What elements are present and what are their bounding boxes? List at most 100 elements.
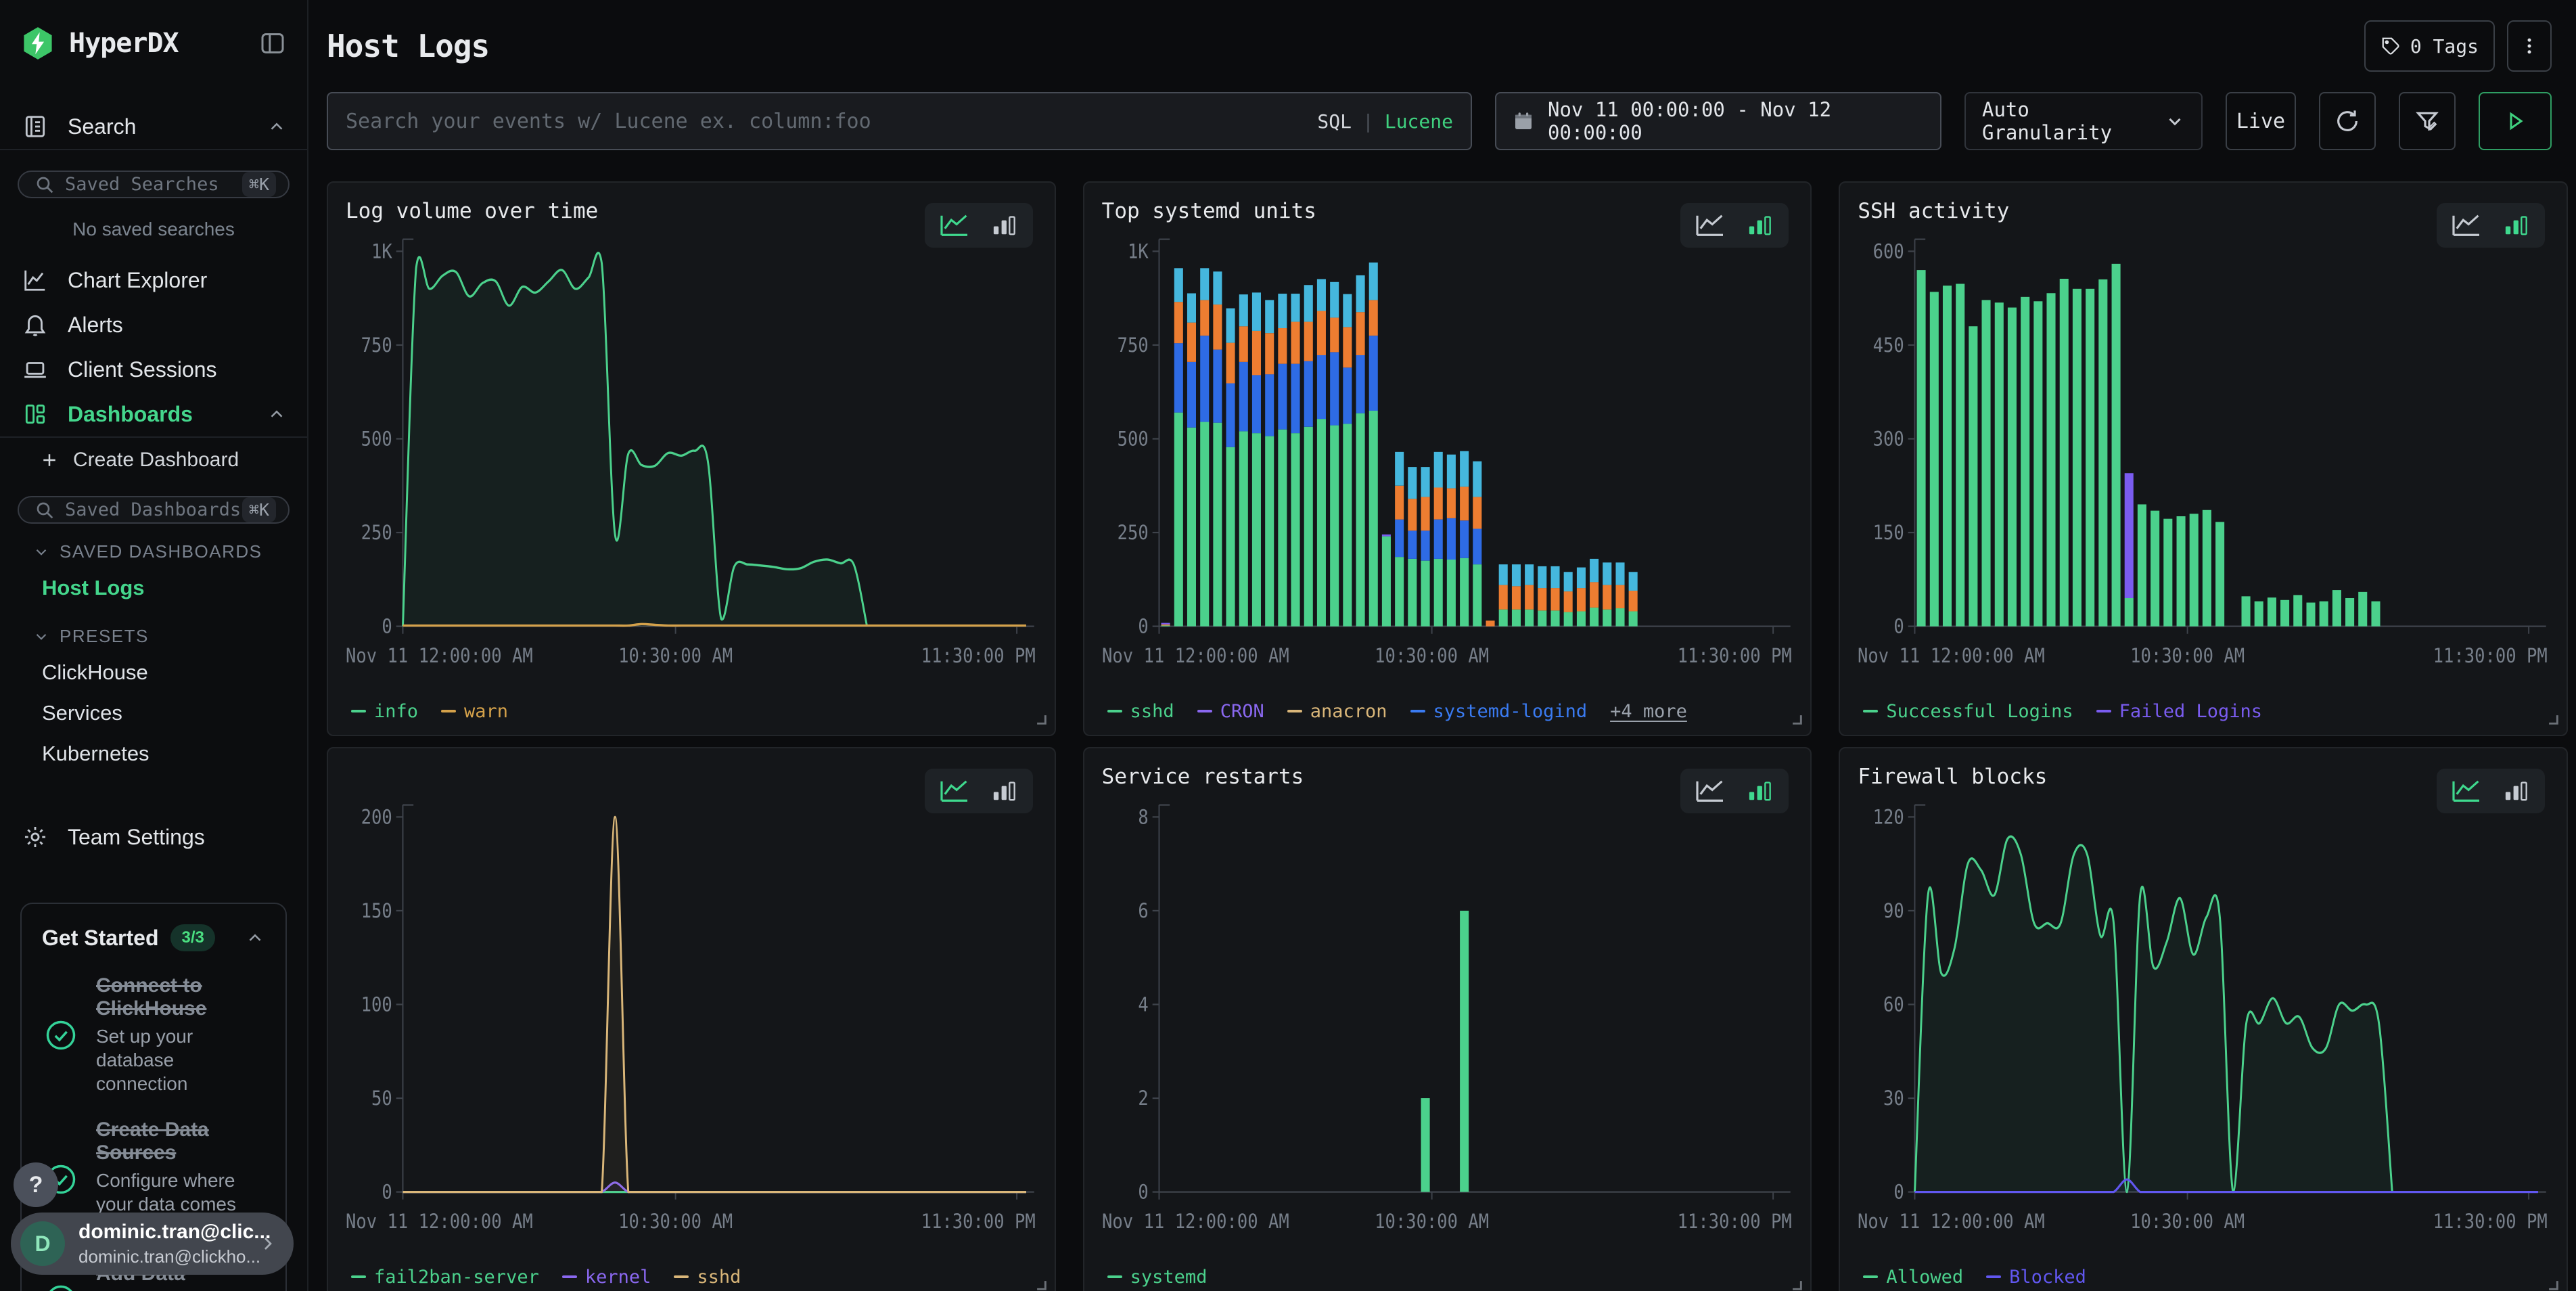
lucene-toggle[interactable]: Lucene — [1385, 110, 1453, 133]
legend-item[interactable]: +4 more — [1610, 701, 1687, 722]
legend-item: anacron — [1287, 701, 1387, 722]
svg-text:8: 8 — [1138, 807, 1148, 829]
chevron-down-icon — [2165, 111, 2185, 131]
kebab-icon — [2519, 35, 2539, 58]
filter-button[interactable] — [2399, 92, 2456, 150]
line-chart-icon[interactable] — [2450, 212, 2483, 238]
check-circle-icon — [42, 1282, 80, 1291]
svg-text:0: 0 — [382, 1181, 392, 1204]
panel-firewall-blocks: Firewall blocks 0306090120Nov 11 12:00:0… — [1839, 747, 2568, 1291]
no-saved-searches-text: No saved searches — [0, 219, 307, 240]
chart-service-restarts[interactable]: 02468Nov 11 12:00:00 AM10:30:00 AM11:30:… — [1102, 794, 1793, 1261]
user-menu[interactable]: D dominic.tran@clic... dominic.tran@clic… — [11, 1213, 294, 1275]
svg-text:250: 250 — [361, 522, 392, 545]
line-chart-icon[interactable] — [1694, 778, 1726, 804]
legend-swatch — [674, 1275, 689, 1278]
resize-handle-icon[interactable] — [1033, 1277, 1048, 1291]
saved-dashboards-input[interactable] — [65, 499, 242, 520]
chart-view-toggle[interactable] — [1680, 203, 1789, 248]
plus-icon — [39, 450, 60, 470]
chevron-down-icon — [32, 628, 50, 646]
chart-view-toggle[interactable] — [925, 203, 1033, 248]
chart-view-toggle[interactable] — [1680, 769, 1789, 813]
live-button[interactable]: Live — [2226, 92, 2296, 150]
event-search-wrap: SQL | Lucene — [327, 92, 1472, 150]
granularity-select[interactable]: Auto Granularity — [1964, 92, 2203, 150]
calendar-icon — [1513, 110, 1534, 132]
help-button[interactable]: ? — [14, 1162, 58, 1207]
laptop-icon — [20, 357, 50, 382]
sidebar-collapse-icon[interactable] — [258, 30, 287, 57]
sidebar-item-services[interactable]: Services — [0, 693, 307, 733]
bar-chart-icon[interactable] — [2502, 212, 2531, 238]
legend-swatch — [562, 1275, 577, 1278]
sidebar-item-search[interactable]: Search — [0, 104, 307, 149]
chart-auth-failures[interactable]: 050100150200Nov 11 12:00:00 AM10:30:00 A… — [346, 794, 1037, 1261]
sidebar-item-label: Chart Explorer — [68, 268, 207, 293]
create-dashboard-button[interactable]: Create Dashboard — [0, 438, 307, 476]
chart-log-volume[interactable]: 02505007501KNov 11 12:00:00 AM10:30:00 A… — [346, 229, 1037, 696]
create-dashboard-label: Create Dashboard — [73, 449, 239, 472]
svg-text:11:30:00 PM: 11:30:00 PM — [1677, 1211, 1791, 1233]
chart-firewall-blocks[interactable]: 0306090120Nov 11 12:00:00 AM10:30:00 AM1… — [1858, 794, 2549, 1261]
bar-chart-icon[interactable] — [1745, 212, 1775, 238]
chart-ssh-activity[interactable]: 0150300450600Nov 11 12:00:00 AM10:30:00 … — [1858, 229, 2549, 696]
sidebar-item-alerts[interactable]: Alerts — [0, 302, 307, 347]
svg-text:Nov 11 12:00:00 AM: Nov 11 12:00:00 AM — [1858, 1211, 2045, 1233]
sql-toggle[interactable]: SQL — [1317, 110, 1352, 133]
resize-handle-icon[interactable] — [1033, 711, 1048, 729]
svg-text:11:30:00 PM: 11:30:00 PM — [921, 1211, 1036, 1233]
svg-text:50: 50 — [371, 1088, 392, 1110]
bar-chart-icon[interactable] — [2502, 778, 2531, 804]
bar-chart-icon[interactable] — [990, 212, 1019, 238]
sidebar-item-chart-explorer[interactable]: Chart Explorer — [0, 258, 307, 302]
resize-handle-icon[interactable] — [1789, 711, 1803, 729]
chevron-up-icon[interactable] — [267, 404, 287, 424]
legend-item: info — [351, 701, 418, 722]
refresh-button[interactable] — [2319, 92, 2376, 150]
line-chart-icon[interactable] — [938, 778, 971, 804]
event-search-input[interactable] — [346, 110, 1317, 133]
sidebar-item-team-settings[interactable]: Team Settings — [0, 815, 307, 859]
chevron-up-icon[interactable] — [267, 116, 287, 137]
svg-text:0: 0 — [1138, 1181, 1148, 1204]
shortcut-badge: ⌘K — [242, 497, 276, 522]
chart-top-systemd-units[interactable]: 02505007501KNov 11 12:00:00 AM10:30:00 A… — [1102, 229, 1793, 696]
gear-icon — [20, 824, 50, 850]
sidebar-item-client-sessions[interactable]: Client Sessions — [0, 347, 307, 392]
sidebar-item-dashboards[interactable]: Dashboards — [0, 392, 307, 436]
svg-text:150: 150 — [361, 901, 392, 923]
chevron-up-icon[interactable] — [245, 928, 265, 948]
presets-section-label[interactable]: PRESETS — [0, 608, 307, 652]
panel-ssh-activity: SSH activity 0150300450600Nov 11 12:00:0… — [1839, 181, 2568, 736]
svg-text:2: 2 — [1138, 1088, 1148, 1110]
sidebar-item-kubernetes[interactable]: Kubernetes — [0, 733, 307, 774]
tag-icon — [2380, 36, 2401, 56]
legend-swatch — [351, 710, 366, 712]
sidebar-item-host-logs[interactable]: Host Logs — [0, 568, 307, 608]
line-chart-icon[interactable] — [1694, 212, 1726, 238]
svg-text:0: 0 — [1894, 616, 1904, 638]
saved-dashboards-section-label[interactable]: SAVED DASHBOARDS — [0, 524, 307, 568]
get-started-step[interactable]: Connect to ClickHouse Set up your databa… — [42, 974, 265, 1095]
panel-auth-failures: 050100150200Nov 11 12:00:00 AM10:30:00 A… — [327, 747, 1056, 1291]
chart-view-toggle[interactable] — [925, 769, 1033, 813]
bar-chart-icon[interactable] — [990, 778, 1019, 804]
panel-menu-button[interactable] — [2507, 20, 2552, 72]
saved-searches-input[interactable] — [65, 174, 242, 195]
run-query-button[interactable] — [2479, 92, 2552, 150]
line-chart-icon[interactable] — [2450, 778, 2483, 804]
saved-searches-input-wrap: ⌘K — [18, 171, 290, 198]
resize-handle-icon[interactable] — [2545, 711, 2560, 729]
chart-view-toggle[interactable] — [2437, 203, 2545, 248]
line-chart-icon[interactable] — [938, 212, 971, 238]
tags-button[interactable]: 0 Tags — [2364, 20, 2495, 72]
date-range-input[interactable]: Nov 11 00:00:00 - Nov 12 00:00:00 — [1495, 92, 1941, 150]
search-icon — [34, 174, 55, 196]
resize-handle-icon[interactable] — [2545, 1277, 2560, 1291]
resize-handle-icon[interactable] — [1789, 1277, 1803, 1291]
bar-chart-icon[interactable] — [1745, 778, 1775, 804]
sidebar-item-clickhouse[interactable]: ClickHouse — [0, 652, 307, 693]
get-started-title: Get Started — [42, 926, 158, 951]
chart-view-toggle[interactable] — [2437, 769, 2545, 813]
